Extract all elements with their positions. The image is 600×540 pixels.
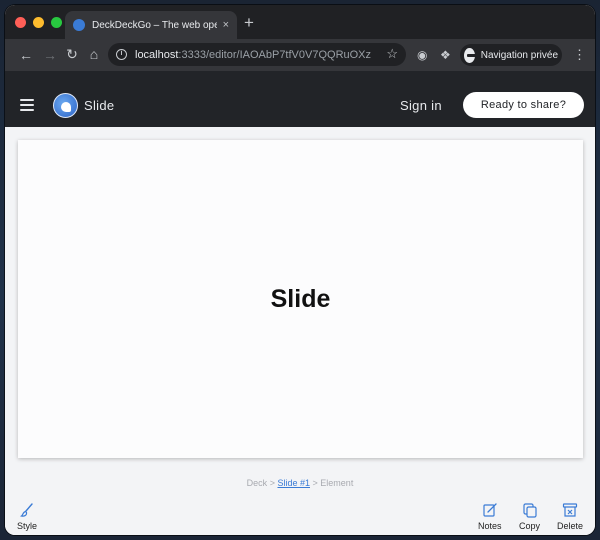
notes-icon bbox=[483, 503, 497, 517]
hamburger-menu-icon[interactable] bbox=[20, 99, 34, 111]
incognito-profile-button[interactable]: Navigation privée bbox=[460, 44, 562, 66]
trash-icon bbox=[562, 503, 578, 517]
forward-arrow-icon[interactable]: → bbox=[39, 47, 61, 63]
deckdeckgo-logo-icon bbox=[53, 93, 78, 118]
style-button[interactable]: Style bbox=[17, 502, 37, 531]
header-spacer bbox=[5, 71, 595, 85]
url-host: localhost bbox=[135, 48, 179, 61]
breadcrumb-separator: > bbox=[269, 478, 275, 488]
reload-icon[interactable]: ↻ bbox=[61, 46, 83, 63]
bookmark-star-icon[interactable]: ☆ bbox=[386, 46, 398, 62]
sign-in-link[interactable]: Sign in bbox=[400, 98, 442, 113]
breadcrumb: Deck > Slide #1 > Element bbox=[5, 478, 595, 488]
media-control-icon[interactable]: ◉ bbox=[417, 48, 427, 62]
incognito-icon bbox=[464, 47, 476, 63]
profile-label: Navigation privée bbox=[480, 49, 558, 61]
window-controls bbox=[15, 17, 62, 28]
editor-area: Slide Deck > Slide #1 > Element Style No… bbox=[5, 127, 595, 535]
address-bar[interactable]: i localhost:3333/editor/IAOAbP7tfV0V7QQR… bbox=[108, 43, 406, 66]
deckdeckgo-favicon-icon bbox=[73, 19, 85, 31]
style-label: Style bbox=[17, 521, 38, 531]
extensions-puzzle-icon[interactable]: ❖ bbox=[440, 48, 451, 62]
brush-icon bbox=[19, 503, 33, 517]
delete-button[interactable]: Delete bbox=[557, 502, 583, 531]
copy-icon bbox=[522, 503, 537, 518]
breadcrumb-deck[interactable]: Deck bbox=[247, 478, 268, 488]
breadcrumb-separator: > bbox=[312, 478, 318, 488]
app-title: Slide bbox=[84, 98, 115, 113]
slide-title[interactable]: Slide bbox=[18, 285, 583, 314]
notes-button[interactable]: Notes bbox=[478, 502, 502, 531]
breadcrumb-slide[interactable]: Slide #1 bbox=[277, 478, 310, 488]
browser-menu-icon[interactable]: ⋮ bbox=[573, 47, 586, 63]
browser-tab[interactable]: DeckDeckGo – The web open × bbox=[65, 11, 237, 39]
editor-action-bar: Style Notes Copy Delete bbox=[5, 502, 595, 535]
delete-label: Delete bbox=[557, 521, 584, 531]
copy-button[interactable]: Copy bbox=[519, 502, 540, 531]
zoom-window-button[interactable] bbox=[51, 17, 62, 28]
share-button[interactable]: Ready to share? bbox=[463, 92, 584, 118]
back-arrow-icon[interactable]: ← bbox=[15, 47, 37, 63]
app-header: Slide Sign in Ready to share? bbox=[5, 85, 595, 127]
close-tab-icon[interactable]: × bbox=[223, 19, 229, 31]
breadcrumb-element[interactable]: Element bbox=[320, 478, 353, 488]
copy-label: Copy bbox=[519, 521, 541, 531]
notes-label: Notes bbox=[478, 521, 502, 531]
close-window-button[interactable] bbox=[15, 17, 26, 28]
new-tab-button[interactable]: + bbox=[244, 13, 254, 33]
browser-toolbar: ← → ↻ ⌂ i localhost:3333/editor/IAOAbP7t… bbox=[5, 39, 595, 71]
tab-title: DeckDeckGo – The web open bbox=[92, 19, 217, 31]
url-path: :3333/editor/IAOAbP7tfV0V7QQRuOXz bbox=[178, 48, 372, 61]
info-icon[interactable]: i bbox=[116, 49, 127, 60]
slide-canvas[interactable]: Slide bbox=[18, 140, 583, 458]
home-icon[interactable]: ⌂ bbox=[83, 46, 105, 62]
browser-window: DeckDeckGo – The web open × + ← → ↻ ⌂ i … bbox=[5, 5, 595, 535]
tab-strip: DeckDeckGo – The web open × + bbox=[5, 5, 595, 39]
minimize-window-button[interactable] bbox=[33, 17, 44, 28]
